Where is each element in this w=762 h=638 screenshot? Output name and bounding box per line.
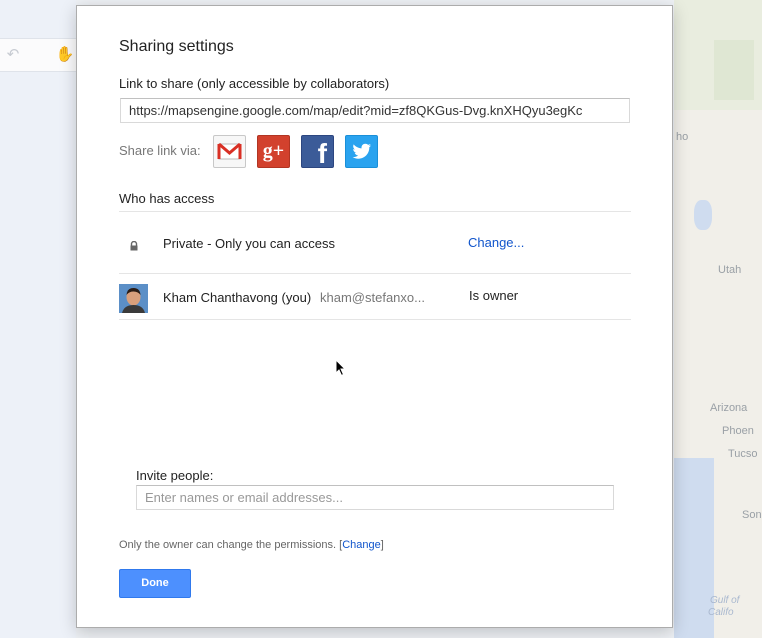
map-label: Arizona [710,402,748,414]
permissions-note-text: Only the owner can change the permission… [119,539,337,551]
bracket-close: ] [380,539,384,551]
map-label: Gulf of [710,595,740,606]
share-link-field[interactable]: https://mapsengine.google.com/map/edit?m… [120,98,630,123]
user-name: Kham Chanthavong (you) [163,290,312,305]
map-label: ho [676,131,689,143]
divider [119,319,631,320]
dialog-title: Sharing settings [119,38,234,55]
gmail-icon[interactable] [213,135,246,168]
who-has-access-heading: Who has access [119,191,215,206]
link-to-share-label: Link to share (only accessible by collab… [119,76,390,91]
lock-icon [129,238,139,251]
mouse-cursor-icon [335,358,347,377]
avatar [119,284,148,313]
map-terrain [714,40,754,100]
share-via-label: Share link via: [119,143,201,158]
change-permissions-link[interactable]: Change [342,539,381,551]
map-toolbar: ↶ ✋ [0,38,76,72]
change-visibility-link[interactable]: Change... [468,235,524,250]
map-label: Utah [718,264,742,276]
map-lake [694,200,712,230]
user-email: kham@stefanxo... [320,290,425,305]
google-plus-icon[interactable]: g+ [257,135,290,168]
visibility-status: Private - Only you can access [163,236,335,251]
map-background[interactable]: ho Utah Arizona Phoen Tucso Son Gulf of … [674,0,762,638]
map-label: Phoen [722,425,754,437]
twitter-icon[interactable] [345,135,378,168]
hand-pan-icon[interactable]: ✋ [54,43,76,67]
undo-icon[interactable]: ↶ [2,43,24,67]
map-sidebar-background [0,0,76,638]
sharing-settings-dialog: Sharing settings Link to share (only acc… [76,5,673,628]
map-label: Tucso [728,448,758,460]
invite-people-input[interactable] [136,485,614,510]
permissions-note: Only the owner can change the permission… [119,539,384,551]
facebook-icon[interactable]: f [301,135,334,168]
map-label: Califo [708,607,734,618]
divider [119,273,631,274]
user-role: Is owner [469,288,519,303]
done-button[interactable]: Done [119,569,191,598]
divider [119,211,631,212]
map-label: Son [742,509,762,521]
invite-people-label: Invite people: [136,468,214,483]
